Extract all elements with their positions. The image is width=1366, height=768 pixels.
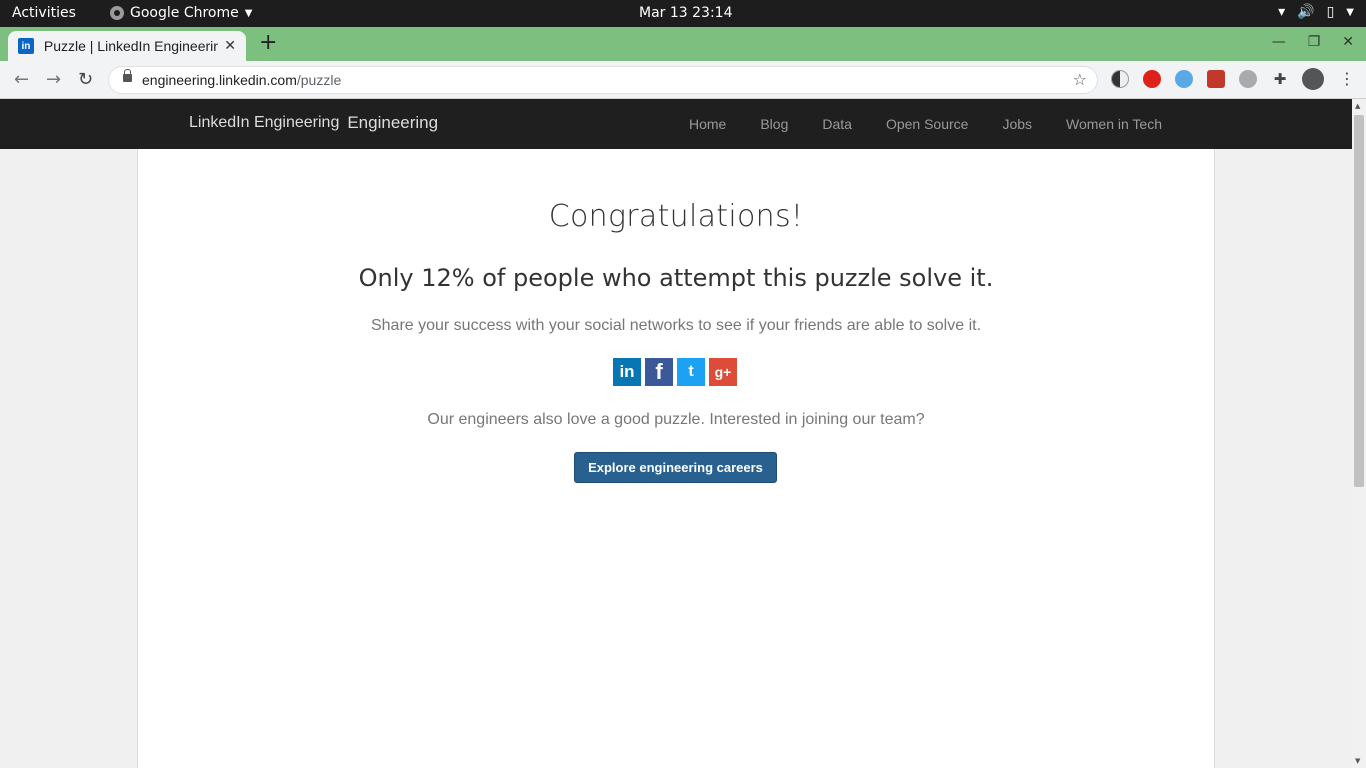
site-brand[interactable]: LinkedIn Engineering Engineering xyxy=(189,113,438,133)
system-tray[interactable]: ▾ 🔊 ▯ ▼ xyxy=(1278,4,1354,20)
clock[interactable]: Mar 13 23:14 xyxy=(639,5,732,21)
share-prompt: Share your success with your social netw… xyxy=(370,317,982,334)
linkedin-logo-image[interactable]: LinkedIn Engineering xyxy=(189,114,339,132)
tab-title: Puzzle | LinkedIn Engineering xyxy=(43,38,219,54)
scroll-up-icon[interactable]: ▲ xyxy=(1355,102,1360,110)
nav-link-blog[interactable]: Blog xyxy=(760,116,788,132)
bookmark-star-icon[interactable]: ☆ xyxy=(1073,70,1087,89)
nav-link-data[interactable]: Data xyxy=(822,116,852,132)
system-top-bar: Activities Google Chrome ▼ Mar 13 23:14 … xyxy=(0,0,1366,27)
googleplus-share-icon[interactable]: g+ xyxy=(709,358,737,386)
forward-icon[interactable]: → xyxy=(46,69,61,90)
lock-icon[interactable] xyxy=(123,69,132,82)
browser-toolbar: ← → ↻ engineering.linkedin.com/puzzle ☆ xyxy=(0,61,1366,99)
site-header: LinkedIn Engineering Engineering Home Bl… xyxy=(0,99,1352,149)
app-menu[interactable]: Google Chrome ▼ xyxy=(110,5,252,21)
puzzle-result-panel: Congratulations! Only 12% of people who … xyxy=(137,149,1215,768)
megaphone-extension-icon[interactable] xyxy=(1207,70,1225,88)
nav-link-open-source[interactable]: Open Source xyxy=(886,116,969,132)
scrollbar-thumb[interactable] xyxy=(1354,115,1364,487)
careers-invite-text: Our engineers also love a good puzzle. I… xyxy=(427,411,925,428)
maximize-icon[interactable]: ❐ xyxy=(1308,34,1321,50)
new-tab-button[interactable]: + xyxy=(259,32,277,54)
twitter-share-icon[interactable]: t xyxy=(677,358,705,386)
nav-link-home[interactable]: Home xyxy=(689,116,726,132)
profile-avatar[interactable] xyxy=(1302,68,1324,90)
scroll-down-icon[interactable]: ▼ xyxy=(1355,757,1360,765)
site-nav: Home Blog Data Open Source Jobs Women in… xyxy=(689,116,1162,132)
extensions-puzzle-icon[interactable]: ✚ xyxy=(1271,70,1289,88)
page-scrollbar[interactable]: ▲ ▼ xyxy=(1352,99,1366,768)
web-page: LinkedIn Engineering Engineering Home Bl… xyxy=(0,99,1366,768)
close-window-icon[interactable]: ✕ xyxy=(1342,34,1354,50)
app-name: Google Chrome xyxy=(130,5,239,21)
explore-careers-button[interactable]: Explore engineering careers xyxy=(574,452,777,483)
translate-extension-icon[interactable] xyxy=(1175,70,1193,88)
activities-button[interactable]: Activities xyxy=(12,5,76,21)
address-bar[interactable]: engineering.linkedin.com/puzzle ☆ xyxy=(108,66,1098,94)
linkedin-share-icon[interactable]: in xyxy=(613,358,641,386)
volume-icon: 🔊 xyxy=(1297,4,1315,20)
back-icon[interactable]: ← xyxy=(14,69,29,90)
social-share-buttons: in f t g+ xyxy=(613,358,737,386)
close-tab-icon[interactable]: ✕ xyxy=(224,38,236,54)
window-controls: — ❐ ✕ xyxy=(1272,34,1354,50)
facebook-share-icon[interactable]: f xyxy=(645,358,673,386)
nav-link-jobs[interactable]: Jobs xyxy=(1002,116,1032,132)
wifi-icon: ▾ xyxy=(1278,4,1286,20)
caret-down-icon: ▼ xyxy=(1346,6,1354,18)
dark-mode-extension-icon[interactable] xyxy=(1111,70,1129,88)
adblock-extension-icon[interactable] xyxy=(1143,70,1161,88)
minimize-icon[interactable]: — xyxy=(1272,34,1286,50)
page-title: Congratulations! xyxy=(548,199,804,234)
caret-down-icon: ▼ xyxy=(244,7,253,19)
linkedin-favicon-icon: in xyxy=(18,38,34,54)
success-rate-text: Only 12% of people who attempt this puzz… xyxy=(358,264,994,292)
url-text[interactable]: engineering.linkedin.com/puzzle xyxy=(142,72,341,88)
tab-strip: in Puzzle | LinkedIn Engineering ✕ xyxy=(0,27,1366,61)
chrome-icon xyxy=(110,6,124,20)
browser-tab[interactable]: in Puzzle | LinkedIn Engineering ✕ xyxy=(8,31,246,61)
battery-icon: ▯ xyxy=(1326,4,1335,20)
reload-icon[interactable]: ↻ xyxy=(78,69,93,90)
privacy-extension-icon[interactable] xyxy=(1239,70,1257,88)
more-menu-icon[interactable]: ⋮ xyxy=(1338,70,1356,88)
brand-name[interactable]: Engineering xyxy=(347,113,438,133)
nav-link-women-in-tech[interactable]: Women in Tech xyxy=(1066,116,1162,132)
